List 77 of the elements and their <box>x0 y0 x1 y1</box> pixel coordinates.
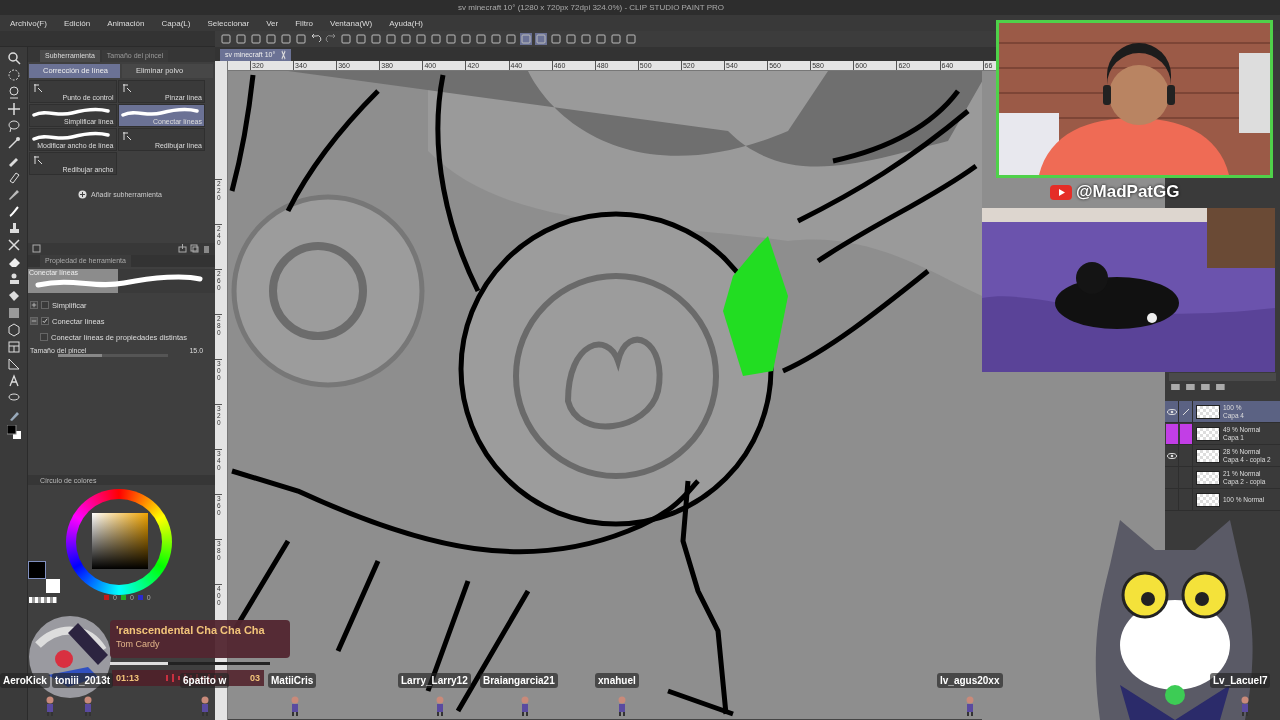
add-icon[interactable] <box>78 189 87 199</box>
viewer-name: Lv_Lacuel7 <box>1210 673 1271 688</box>
expand-toggle-icon[interactable] <box>30 301 38 309</box>
avatar-figure-icon <box>965 696 975 716</box>
redo-icon[interactable] <box>325 33 337 45</box>
avatar-figure-icon <box>200 696 210 716</box>
layer-thumbnail <box>1196 426 1220 441</box>
trash-icon[interactable] <box>202 244 211 253</box>
layer-thumbnail <box>1196 404 1220 419</box>
wand-icon[interactable] <box>6 136 21 150</box>
menu-item[interactable]: Ventana(W) <box>330 18 373 28</box>
frame-icon[interactable] <box>6 340 21 354</box>
layer-thumbnail <box>1196 470 1220 485</box>
viewer-name: toniii_2013t <box>52 673 114 688</box>
song-artist: Tom Cardy <box>116 639 161 649</box>
rotate-icon[interactable] <box>6 68 21 82</box>
color-square[interactable] <box>92 513 148 569</box>
shapes-icon[interactable] <box>6 238 21 252</box>
window-title: sv minecraft 10° (1280 x 720px 72dpi 324.0%) - CLIP STUDIO PAINT PRO <box>0 0 1280 15</box>
avatar-figure-icon <box>617 696 627 716</box>
ruler-icon[interactable] <box>6 357 21 371</box>
blend-mode-field[interactable] <box>1169 373 1276 381</box>
menu-item[interactable]: Seleccionar <box>207 18 250 28</box>
avatar-figure-icon <box>435 696 445 716</box>
search-icon[interactable] <box>6 51 21 65</box>
hexagon-icon[interactable] <box>6 323 21 337</box>
menu-item[interactable]: Capa(L) <box>161 18 191 28</box>
layer-thumbnail <box>1196 448 1220 463</box>
avatar-figure-icon <box>83 696 93 716</box>
undo-icon[interactable] <box>310 33 322 45</box>
expand-toggle-icon[interactable] <box>30 317 38 325</box>
fill-icon[interactable] <box>6 289 21 303</box>
background-color-swatch[interactable] <box>46 579 60 593</box>
slider-fill[interactable] <box>58 354 102 357</box>
viewer-name: xnahuel <box>595 673 639 688</box>
avatar-figure-icon <box>45 696 55 716</box>
text-icon[interactable] <box>6 374 21 388</box>
stroke-preview-icon <box>32 131 110 142</box>
avatar-figure-icon <box>1240 696 1250 716</box>
stroke-preview-icon <box>120 107 199 118</box>
foreground-color-swatch[interactable] <box>28 561 46 579</box>
menu-item[interactable]: Filtro <box>295 18 313 28</box>
download-icon[interactable] <box>178 244 187 253</box>
checkbox[interactable] <box>40 333 48 341</box>
menu-item[interactable]: Archivo(F) <box>10 18 47 28</box>
menu-item[interactable]: Ayuda(H) <box>389 18 423 28</box>
viewer-name: lv_agus20xx <box>937 673 1003 688</box>
total-time: 03 <box>249 673 260 683</box>
avatar-figure-icon <box>290 696 300 716</box>
lasso-icon[interactable] <box>6 119 21 133</box>
move-icon[interactable] <box>6 102 21 116</box>
elapsed-time: 01:13 <box>116 673 140 683</box>
menu-item[interactable]: Edición <box>63 18 91 28</box>
stroke-preview-icon <box>32 107 110 118</box>
eye-icon[interactable] <box>1166 408 1177 415</box>
menu-item[interactable]: Animación <box>107 18 145 28</box>
close-icon[interactable] <box>281 49 287 61</box>
avatar-figure-icon <box>520 696 530 716</box>
viewer-name: Larry_Larry12 <box>398 673 471 688</box>
slider-track[interactable] <box>58 354 168 357</box>
pen-icon <box>1181 407 1190 416</box>
viewer-name: MatiiCris <box>268 673 317 688</box>
layer-thumbnail <box>1196 492 1220 507</box>
settings-icon[interactable] <box>32 244 41 253</box>
duplicate-icon[interactable] <box>190 244 199 253</box>
viewer-name: AeroKick <box>0 673 50 688</box>
checkbox[interactable] <box>41 317 49 325</box>
viewer-name: 6patito w <box>180 673 230 688</box>
zoom-icon[interactable] <box>6 85 21 99</box>
menu-item[interactable]: Ver <box>266 18 279 28</box>
layer-color-tag <box>1179 423 1192 444</box>
color-swatch-icon[interactable] <box>6 425 21 439</box>
checkbox[interactable] <box>41 301 49 309</box>
pencil-icon[interactable] <box>6 187 21 201</box>
viewer-name: Braiangarcia21 <box>480 673 558 688</box>
transparent-color-swatch[interactable] <box>29 597 57 603</box>
eye-icon[interactable] <box>1166 452 1177 459</box>
